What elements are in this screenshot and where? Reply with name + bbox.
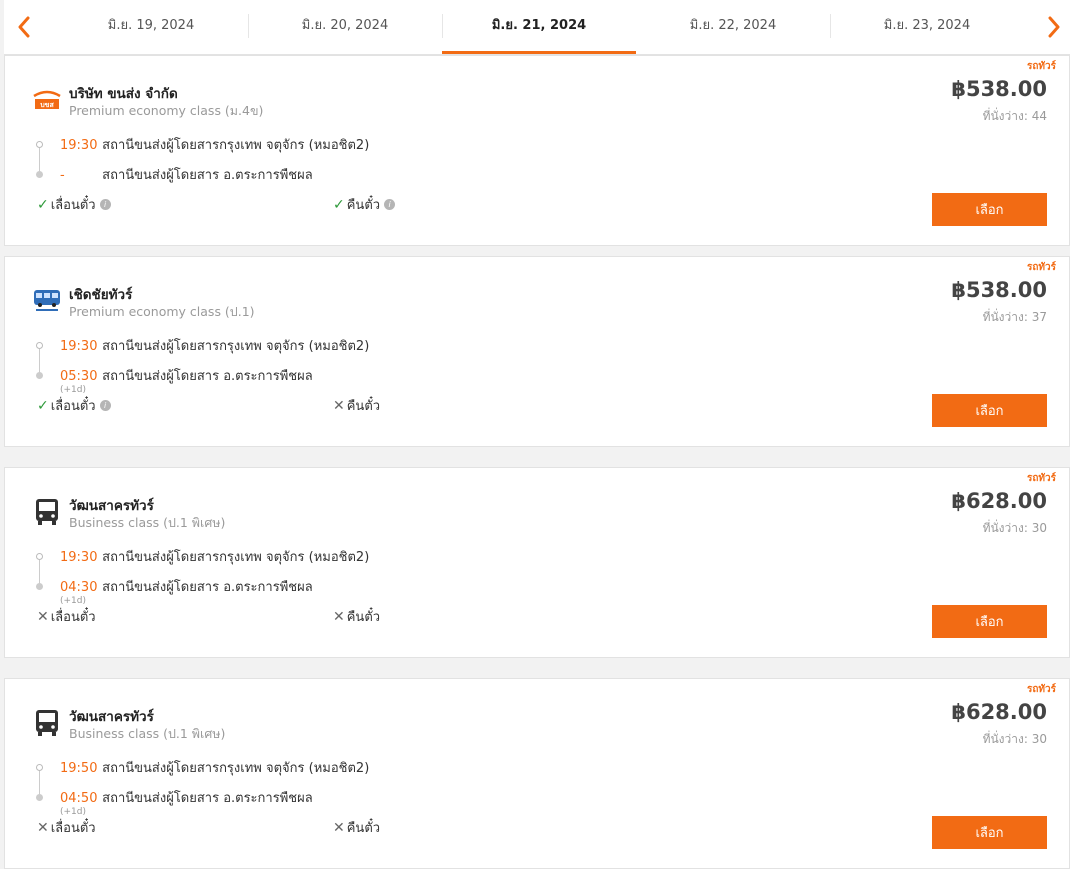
feature-label: คืนตั๋ว bbox=[346, 399, 381, 414]
feature-label: คืนตั๋ว bbox=[346, 610, 381, 625]
refund-feature: ✕ คืนตั๋ว bbox=[333, 395, 380, 416]
departure-time: 19:30 bbox=[60, 138, 98, 153]
trip-card: รถทัวร์ วัฒนสาครทัวร์ Business class (ป.… bbox=[4, 678, 1070, 869]
bus-icon bbox=[31, 496, 63, 528]
feature-label: เลื่อนตั๋ว bbox=[50, 399, 96, 414]
arrival: 05:30 สถานีขนส่งผู้โดยสาร อ.ตระการพืชผล bbox=[60, 365, 313, 386]
select-button[interactable]: เลือก bbox=[932, 605, 1047, 638]
arrival-station: สถานีขนส่งผู้โดยสาร อ.ตระการพืชผล bbox=[102, 369, 313, 384]
feature-label: คืนตั๋ว bbox=[346, 821, 381, 836]
date-tab[interactable]: มิ.ย. 22, 2024 bbox=[636, 0, 830, 54]
vehicle-type-tag: รถทัวร์ bbox=[1026, 262, 1056, 273]
arrival-time: 04:30 bbox=[60, 580, 98, 595]
reschedule-feature: ✕ เลื่อนตั๋ว bbox=[37, 606, 96, 627]
departure-time: 19:30 bbox=[60, 550, 98, 565]
price: ฿538.00 bbox=[951, 278, 1047, 302]
reschedule-feature: ✓ เลื่อนตั๋ว i bbox=[37, 395, 111, 416]
bus-icon bbox=[31, 707, 63, 739]
check-icon: ✓ bbox=[333, 196, 345, 213]
route-timeline bbox=[36, 764, 46, 801]
refund-feature: ✕ คืนตั๋ว bbox=[333, 817, 380, 838]
cross-icon: ✕ bbox=[37, 819, 49, 836]
next-day-label: (+1d) bbox=[60, 807, 87, 817]
arrival: 04:50 สถานีขนส่งผู้โดยสาร อ.ตระการพืชผล bbox=[60, 787, 313, 808]
departure-station: สถานีขนส่งผู้โดยสารกรุงเทพ จตุจักร (หมอช… bbox=[102, 761, 370, 776]
departure: 19:30 สถานีขนส่งผู้โดยสารกรุงเทพ จตุจักร… bbox=[60, 546, 369, 567]
arrival-station: สถานีขนส่งผู้โดยสาร อ.ตระการพืชผล bbox=[102, 580, 313, 595]
date-selector: มิ.ย. 19, 2024 มิ.ย. 20, 2024 มิ.ย. 21, … bbox=[4, 0, 1070, 55]
check-icon: ✓ bbox=[37, 397, 49, 414]
cross-icon: ✕ bbox=[333, 819, 345, 836]
next-day-label: (+1d) bbox=[60, 596, 87, 606]
arrival-station: สถานีขนส่งผู้โดยสาร อ.ตระการพืชผล bbox=[102, 791, 313, 806]
check-icon: ✓ bbox=[37, 196, 49, 213]
select-button[interactable]: เลือก bbox=[932, 193, 1047, 226]
arrival: - สถานีขนส่งผู้โดยสาร อ.ตระการพืชผล bbox=[60, 164, 313, 185]
arrival-station: สถานีขนส่งผู้โดยสาร อ.ตระการพืชผล bbox=[102, 168, 313, 183]
date-tab[interactable]: มิ.ย. 23, 2024 bbox=[830, 0, 1024, 54]
departure-station: สถานีขนส่งผู้โดยสารกรุงเทพ จตุจักร (หมอช… bbox=[102, 339, 370, 354]
seats-available: ที่นั่งว่าง: 44 bbox=[982, 109, 1047, 123]
vehicle-type-tag: รถทัวร์ bbox=[1026, 684, 1056, 695]
vehicle-type-tag: รถทัวร์ bbox=[1026, 61, 1056, 72]
departure: 19:50 สถานีขนส่งผู้โดยสารกรุงเทพ จตุจักร… bbox=[60, 757, 369, 778]
next-day-label: (+1d) bbox=[60, 385, 87, 395]
seats-available: ที่นั่งว่าง: 30 bbox=[982, 732, 1047, 746]
cross-icon: ✕ bbox=[333, 608, 345, 625]
route-timeline bbox=[36, 342, 46, 379]
departure-time: 19:30 bbox=[60, 339, 98, 354]
trip-card: รถทัวร์ บขส บริษัท ขนส่ง จำกัด Premium e… bbox=[4, 55, 1070, 246]
chevron-right-icon[interactable] bbox=[1042, 13, 1066, 41]
vehicle-type-tag: รถทัวร์ bbox=[1026, 473, 1056, 484]
route-timeline bbox=[36, 553, 46, 590]
seat-class: Premium economy class (ม.4ข) bbox=[69, 103, 264, 118]
operator-logo: บขส bbox=[31, 84, 63, 116]
seat-class: Business class (ป.1 พิเศษ) bbox=[69, 726, 226, 741]
info-icon[interactable]: i bbox=[99, 199, 111, 210]
feature-label: เลื่อนตั๋ว bbox=[50, 610, 96, 625]
feature-label: คืนตั๋ว bbox=[346, 198, 381, 213]
price: ฿628.00 bbox=[951, 489, 1047, 513]
departure: 19:30 สถานีขนส่งผู้โดยสารกรุงเทพ จตุจักร… bbox=[60, 335, 369, 356]
reschedule-feature: ✓ เลื่อนตั๋ว i bbox=[37, 194, 111, 215]
select-button[interactable]: เลือก bbox=[932, 816, 1047, 849]
departure-station: สถานีขนส่งผู้โดยสารกรุงเทพ จตุจักร (หมอช… bbox=[102, 138, 370, 153]
info-icon[interactable]: i bbox=[99, 400, 111, 411]
date-tab-active[interactable]: มิ.ย. 21, 2024 bbox=[442, 0, 636, 54]
departure: 19:30 สถานีขนส่งผู้โดยสารกรุงเทพ จตุจักร… bbox=[60, 134, 369, 155]
operator-logo bbox=[31, 285, 63, 317]
svg-text:บขส: บขส bbox=[40, 101, 54, 109]
departure-station: สถานีขนส่งผู้โดยสารกรุงเทพ จตุจักร (หมอช… bbox=[102, 550, 370, 565]
route-timeline bbox=[36, 141, 46, 178]
arrival: 04:30 สถานีขนส่งผู้โดยสาร อ.ตระการพืชผล bbox=[60, 576, 313, 597]
refund-feature: ✕ คืนตั๋ว bbox=[333, 606, 380, 627]
seat-class: Premium economy class (ป.1) bbox=[69, 304, 255, 319]
date-tabs: มิ.ย. 19, 2024 มิ.ย. 20, 2024 มิ.ย. 21, … bbox=[54, 0, 1024, 54]
trip-card: รถทัวร์ เชิดชัยทัวร์ Premium economy cla… bbox=[4, 256, 1070, 447]
feature-label: เลื่อนตั๋ว bbox=[50, 821, 96, 836]
arrival-time: 04:50 bbox=[60, 791, 98, 806]
departure-time: 19:50 bbox=[60, 761, 98, 776]
cross-icon: ✕ bbox=[333, 397, 345, 414]
arrival-time: - bbox=[60, 168, 65, 183]
price: ฿538.00 bbox=[951, 77, 1047, 101]
trip-card: รถทัวร์ วัฒนสาครทัวร์ Business class (ป.… bbox=[4, 467, 1070, 658]
price: ฿628.00 bbox=[951, 700, 1047, 724]
date-tab[interactable]: มิ.ย. 19, 2024 bbox=[54, 0, 248, 54]
seats-available: ที่นั่งว่าง: 37 bbox=[982, 310, 1047, 324]
cross-icon: ✕ bbox=[37, 608, 49, 625]
seat-class: Business class (ป.1 พิเศษ) bbox=[69, 515, 226, 530]
seats-available: ที่นั่งว่าง: 30 bbox=[982, 521, 1047, 535]
info-icon[interactable]: i bbox=[384, 199, 396, 210]
reschedule-feature: ✕ เลื่อนตั๋ว bbox=[37, 817, 96, 838]
arrival-time: 05:30 bbox=[60, 369, 98, 384]
chevron-left-icon[interactable] bbox=[12, 13, 36, 41]
date-tab[interactable]: มิ.ย. 20, 2024 bbox=[248, 0, 442, 54]
select-button[interactable]: เลือก bbox=[932, 394, 1047, 427]
refund-feature: ✓ คืนตั๋ว i bbox=[333, 194, 396, 215]
feature-label: เลื่อนตั๋ว bbox=[50, 198, 96, 213]
